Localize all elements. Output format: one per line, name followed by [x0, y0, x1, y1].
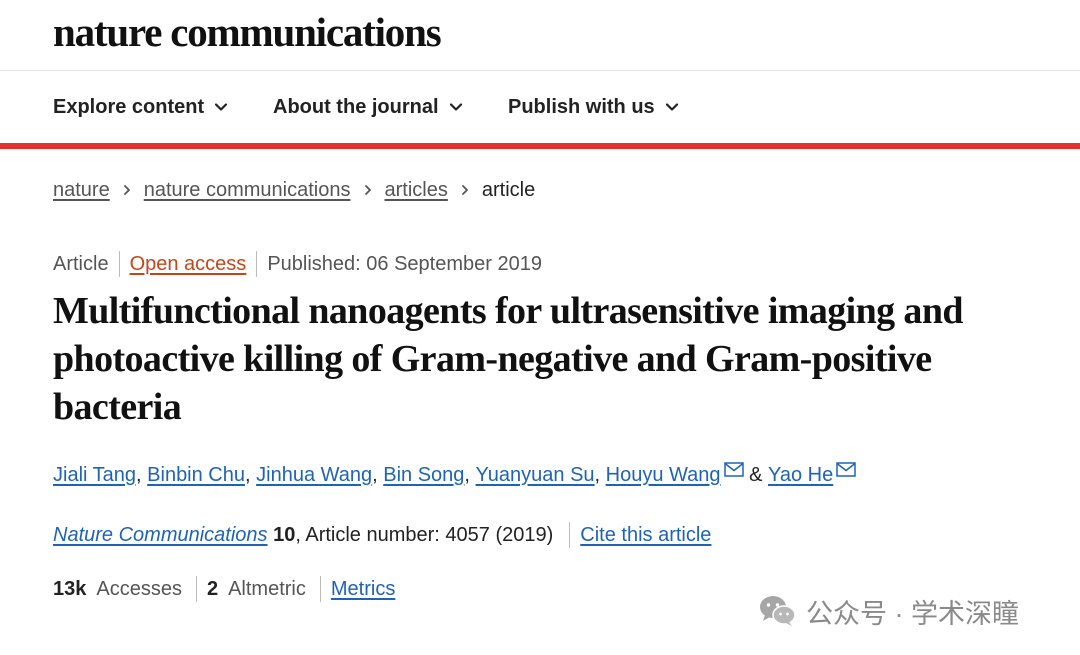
- author-separator: ,: [464, 463, 470, 486]
- author-separator: ,: [372, 463, 378, 486]
- metrics-link[interactable]: Metrics: [331, 578, 395, 601]
- accent-rule: [0, 143, 1080, 149]
- chevron-down-icon: [449, 103, 462, 111]
- article-title: Multifunctional nanoagents for ultrasens…: [53, 290, 964, 428]
- chevron-down-icon: [665, 103, 678, 111]
- author-link[interactable]: Jiali Tang: [53, 464, 136, 487]
- accesses-label: Accesses: [96, 577, 182, 600]
- author-separator: ,: [245, 463, 251, 486]
- citation-row: Nature Communications 10, Article number…: [53, 520, 711, 550]
- published-date: Published: 06 September 2019: [267, 252, 542, 275]
- nav-label: Explore content: [53, 95, 205, 118]
- article-type: Article: [53, 252, 109, 275]
- journal-link[interactable]: Nature Communications: [53, 524, 268, 547]
- divider: [256, 251, 258, 277]
- watermark: 公众号 · 学术深瞳: [758, 592, 1019, 630]
- divider: [195, 576, 197, 602]
- altmetric-label: Altmetric: [228, 577, 306, 600]
- nav-label: About the journal: [273, 95, 439, 118]
- main-nav: Explore content About the journal Publis…: [0, 71, 1080, 143]
- cite-this-article-link[interactable]: Cite this article: [580, 524, 711, 547]
- divider: [118, 251, 120, 277]
- chevron-right-icon: [461, 185, 468, 195]
- author-list: Jiali Tang, Binbin Chu, Jinhua Wang, Bin…: [53, 460, 856, 490]
- chevron-right-icon: [364, 185, 371, 195]
- site-logo[interactable]: nature communications: [53, 8, 442, 56]
- nav-publish-with-us[interactable]: Publish with us: [508, 93, 679, 121]
- author-link[interactable]: Jinhua Wang: [256, 464, 372, 487]
- wechat-icon: [760, 596, 796, 626]
- breadcrumb-link-nature[interactable]: nature: [53, 179, 110, 202]
- chevron-right-icon: [123, 185, 130, 195]
- divider: [569, 522, 571, 548]
- chevron-down-icon: [215, 103, 228, 111]
- divider: [319, 576, 321, 602]
- volume-number: 10: [273, 523, 296, 546]
- nav-explore-content[interactable]: Explore content: [53, 93, 228, 121]
- nav-about-the-journal[interactable]: About the journal: [273, 93, 463, 121]
- article-number: , Article number: 4057 (2019): [295, 523, 554, 546]
- article-page: nature communications Explore content Ab…: [0, 0, 1080, 655]
- author-separator: ,: [136, 463, 142, 486]
- email-icon[interactable]: [723, 461, 744, 477]
- author-link[interactable]: Yuanyuan Su: [476, 464, 595, 487]
- accesses-count: 13k: [53, 577, 87, 600]
- breadcrumb-link-articles[interactable]: articles: [385, 179, 448, 202]
- author-link[interactable]: Yao He: [768, 464, 833, 487]
- author-link[interactable]: Houyu Wang: [606, 464, 721, 487]
- article-meta: Article Open access Published: 06 Septem…: [53, 250, 542, 278]
- metrics-row: 13k Accesses 2 Altmetric Metrics: [53, 574, 395, 604]
- author-link[interactable]: Bin Song: [383, 464, 464, 487]
- nav-label: Publish with us: [508, 95, 655, 118]
- altmetric-score: 2: [206, 577, 219, 600]
- watermark-text: 公众号 · 学术深瞳: [806, 598, 1019, 629]
- email-icon[interactable]: [836, 461, 856, 477]
- author-ampersand: &: [749, 463, 763, 486]
- breadcrumb-link-nature-communications[interactable]: nature communications: [144, 179, 351, 202]
- breadcrumb: nature nature communications articles ar…: [53, 176, 535, 204]
- masthead: nature communications: [0, 0, 1080, 71]
- author-link[interactable]: Binbin Chu: [147, 464, 245, 487]
- open-access-link[interactable]: Open access: [130, 253, 247, 276]
- author-separator: ,: [594, 463, 601, 486]
- breadcrumb-current: article: [481, 178, 536, 201]
